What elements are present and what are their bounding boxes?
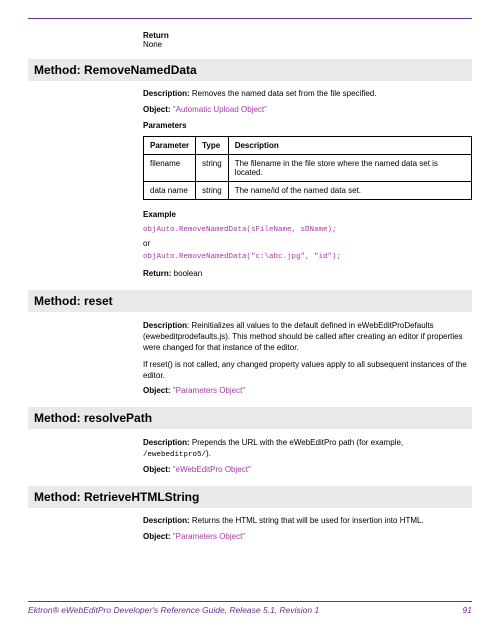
object-label: Object:	[143, 532, 171, 541]
desc-code: /ewebeditpro5/	[143, 451, 206, 459]
th-parameter: Parameter	[144, 137, 196, 155]
object-link[interactable]: "eWebEditPro Object"	[171, 465, 251, 474]
desc-text: : Reinitializes all values to the defaul…	[143, 321, 463, 352]
method3-body: Description: Prepends the URL with the e…	[143, 437, 472, 476]
object-label: Object:	[143, 105, 171, 114]
footer-text: Ektron® eWebEditPro Developer's Referenc…	[28, 605, 472, 615]
method4-body: Description: Returns the HTML string tha…	[143, 516, 472, 543]
method4-description: Description: Returns the HTML string tha…	[143, 516, 472, 527]
method4-object: Object: "Parameters Object"	[143, 532, 472, 543]
params-table: Parameter Type Description filename stri…	[143, 136, 472, 200]
desc-label: Description:	[143, 89, 190, 98]
example-code-1: objAuto.RemoveNamedData(sFileName, sDNam…	[143, 226, 472, 234]
object-link[interactable]: "Automatic Upload Object"	[171, 105, 267, 114]
desc-text: Returns the HTML string that will be use…	[190, 516, 424, 525]
cell-param: data name	[144, 182, 196, 200]
return-value: boolean	[171, 269, 202, 278]
page-footer: Ektron® eWebEditPro Developer's Referenc…	[28, 601, 472, 615]
object-link[interactable]: "Parameters Object"	[171, 386, 246, 395]
method2-description: Description: Reinitializes all values to…	[143, 320, 472, 354]
top-rule	[28, 18, 472, 19]
table-row: filename string The filename in the file…	[144, 155, 472, 182]
method-header-resolvepath: Method: resolvePath	[28, 407, 472, 429]
method1-body: Description: Removes the named data set …	[143, 89, 472, 280]
footer-ref: Ektron® eWebEditPro Developer's Referenc…	[28, 605, 319, 615]
method2-body: Description: Reinitializes all values to…	[143, 320, 472, 397]
desc-label: Description	[143, 321, 187, 330]
method2-object: Object: "Parameters Object"	[143, 386, 472, 397]
cell-type: string	[196, 155, 229, 182]
method-header-reset: Method: reset	[28, 290, 472, 312]
example-label: Example	[143, 210, 472, 221]
method2-description2: If reset() is not called, any changed pr…	[143, 359, 472, 381]
th-type: Type	[196, 137, 229, 155]
desc-text1: Prepends the URL with the eWebEditPro pa…	[190, 438, 403, 447]
cell-param: filename	[144, 155, 196, 182]
table-header-row: Parameter Type Description	[144, 137, 472, 155]
object-link[interactable]: "Parameters Object"	[171, 532, 246, 541]
params-label: Parameters	[143, 121, 472, 132]
method3-description: Description: Prepends the URL with the e…	[143, 437, 472, 461]
method-header-retrievehtmlstring: Method: RetrieveHTMLString	[28, 486, 472, 508]
desc-text2: ).	[206, 449, 211, 458]
method1-return: Return: boolean	[143, 269, 472, 280]
or-text: or	[143, 239, 472, 248]
footer-rule	[28, 601, 472, 602]
method1-description: Description: Removes the named data set …	[143, 89, 472, 100]
desc-label: Description:	[143, 516, 190, 525]
example-code-2: objAuto.RemoveNamedData("c:\abc.jpg", "i…	[143, 253, 472, 261]
desc-label: Description:	[143, 438, 190, 447]
object-label: Object:	[143, 465, 171, 474]
footer-page: 91	[463, 605, 472, 615]
th-description: Description	[228, 137, 471, 155]
method1-object: Object: "Automatic Upload Object"	[143, 105, 472, 116]
method-header-removenameddata: Method: RemoveNamedData	[28, 59, 472, 81]
section0-return: Return None	[143, 31, 472, 49]
object-label: Object:	[143, 386, 171, 395]
return-value: None	[143, 40, 472, 49]
method3-object: Object: "eWebEditPro Object"	[143, 465, 472, 476]
desc-text: Removes the named data set from the file…	[190, 89, 377, 98]
return-label: Return:	[143, 269, 171, 278]
cell-type: string	[196, 182, 229, 200]
table-row: data name string The name/id of the name…	[144, 182, 472, 200]
cell-desc: The name/id of the named data set.	[228, 182, 471, 200]
return-label: Return	[143, 31, 472, 40]
cell-desc: The filename in the file store where the…	[228, 155, 471, 182]
